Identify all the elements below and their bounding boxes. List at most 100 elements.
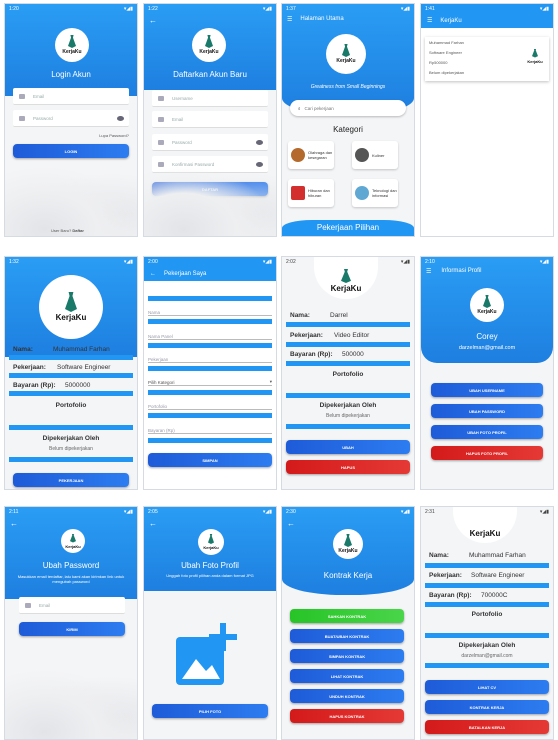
instruction-text: Masukkan email terdaftar, lalu kami akan… <box>17 574 125 584</box>
pay-label: Bayaran (Rp): <box>13 382 56 389</box>
category-hiburan[interactable]: Hiburan dan hiburan <box>288 179 334 207</box>
email-field[interactable]: Email <box>19 597 125 614</box>
password-field[interactable]: Password <box>13 110 129 127</box>
panel-name-field[interactable]: Nama Panel <box>148 329 272 340</box>
forgot-password-link[interactable]: Lupa Password? <box>99 133 129 138</box>
background-wave <box>144 166 276 236</box>
divider <box>148 319 272 324</box>
validate-contract-button[interactable]: SAHKAN KONTRAK <box>290 609 404 623</box>
divider <box>286 424 410 429</box>
app-logo: KerjaKu <box>453 507 517 543</box>
job-button[interactable]: PEKERJAAN <box>13 473 129 487</box>
change-password-button[interactable]: UBAH PASSWORD <box>431 404 543 418</box>
divider <box>9 425 133 430</box>
menu-icon[interactable]: ☰ <box>426 268 431 275</box>
work-contract-button[interactable]: KONTRAK KERJA <box>425 700 549 714</box>
download-contract-button[interactable]: UNDUH KONTRAK <box>290 689 404 703</box>
app-logo: KerjaKu <box>55 28 89 62</box>
divider <box>425 563 549 568</box>
employer-heading: Dipekerjakan Oleh <box>458 642 516 649</box>
save-contract-button[interactable]: SIMPAN KONTRAK <box>290 649 404 663</box>
screen-login: 1:20 ▾◢▮ KerjaKu Login Akun Email Passwor… <box>4 3 138 237</box>
job-card[interactable]: Muhammad Farhan Software Engineer Rp5000… <box>425 37 549 81</box>
delete-contract-button[interactable]: HAPUS KONTRAK <box>290 709 404 723</box>
eye-icon[interactable] <box>117 116 124 121</box>
save-button[interactable]: SIMPAN <box>148 453 272 467</box>
pekerjaan-pilihan-header[interactable]: Pekerjaan Pilihan <box>282 220 414 236</box>
divider <box>148 366 272 371</box>
view-contract-button[interactable]: LIHAT KONTRAK <box>290 669 404 683</box>
status-bar: 1:32 ▾◢▮ <box>9 259 133 265</box>
divider <box>286 361 410 366</box>
create-contract-button[interactable]: BUAT/UBAH KONTRAK <box>290 629 404 643</box>
eye-icon[interactable] <box>256 140 263 145</box>
mail-icon <box>19 94 25 99</box>
back-arrow-icon[interactable]: ← <box>149 519 157 528</box>
register-prompt: User Baru? Daftar <box>51 228 84 233</box>
choose-photo-button[interactable]: PILIH FOTO <box>152 704 268 718</box>
job-field[interactable]: Pekerjaan <box>148 352 272 363</box>
menu-icon[interactable]: ☰ <box>427 17 432 24</box>
change-photo-button[interactable]: UBAH FOTO PROFIL <box>431 425 543 439</box>
register-link[interactable]: Daftar <box>72 228 84 233</box>
password-field[interactable]: Password <box>152 134 268 151</box>
cancel-work-button[interactable]: BATALKAN KERJA <box>425 720 549 734</box>
job-value: Software Engineer <box>57 364 111 371</box>
divider <box>148 413 272 418</box>
category-select[interactable]: Pilih Kategori ▾ <box>148 375 272 386</box>
status-bar: 2:10 ▾◢▮ <box>425 259 549 265</box>
name-label: Nama: <box>13 346 33 353</box>
header-title: Pekerjaan Saya <box>164 270 207 277</box>
delete-photo-button[interactable]: HAPUS FOTO PROFIL <box>431 446 543 460</box>
name-field[interactable]: Nama <box>148 305 272 316</box>
category-olahraga[interactable]: Olahraga dan kesegaran <box>288 141 334 169</box>
username-field[interactable]: Username <box>152 90 268 107</box>
divider <box>425 602 549 607</box>
screen-change-password: 2:11 ▾◢▮ ← KerjaKu Ubah Password Masukkan… <box>4 506 138 740</box>
header-title: Informasi Profil <box>441 268 482 274</box>
email-field[interactable]: Email <box>152 111 268 128</box>
delete-button[interactable]: HAPUS <box>286 460 410 474</box>
edit-button[interactable]: UBAH <box>286 440 410 454</box>
divider <box>286 322 410 327</box>
email-field[interactable]: Email <box>13 88 129 105</box>
send-button[interactable]: KIRIM <box>19 622 125 636</box>
app-bar: ← Pekerjaan Saya <box>144 266 276 281</box>
pay-value: 5000000 <box>65 382 91 389</box>
portfolio-field[interactable]: Portofolio <box>148 399 272 410</box>
login-button[interactable]: LOGIN <box>13 144 129 158</box>
back-arrow-icon[interactable]: ← <box>10 519 18 528</box>
add-photo-icon[interactable] <box>174 623 240 689</box>
mail-icon <box>25 603 31 608</box>
name-label: Nama: <box>290 312 310 319</box>
change-username-button[interactable]: UBAH USERNAME <box>431 383 543 397</box>
pay-value: 500000 <box>342 351 364 358</box>
status-bar: 2:11 ▾◢▮ <box>9 509 133 515</box>
back-arrow-icon[interactable]: ← <box>150 271 156 277</box>
name-label: Nama: <box>429 552 449 559</box>
status-bar: 1:37 ▾◢▮ <box>286 6 410 12</box>
app-bar: ☰ Informasi Profil <box>426 268 481 275</box>
back-arrow-icon[interactable]: ← <box>149 16 157 25</box>
video-icon <box>291 186 305 200</box>
portfolio-heading: Portofolio <box>332 371 364 378</box>
category-kuliner[interactable]: Kuliner <box>352 141 398 169</box>
app-bar: ☰ KerjaKu <box>421 13 553 28</box>
back-arrow-icon[interactable]: ← <box>287 519 295 528</box>
job-status: Belum dipekerjakan <box>429 70 465 75</box>
page-title: Kontrak Kerja <box>323 571 373 580</box>
job-label: Pekerjaan: <box>290 332 323 339</box>
screen-home: 1:37 ▾◢▮ ☰ Halaman Utama KerjaKu Greatness… <box>281 3 415 237</box>
view-cv-button[interactable]: LIHAT CV <box>425 680 549 694</box>
pay-field[interactable]: Bayaran (Rp) <box>148 423 272 434</box>
employer-status: Belum dipekerjakan <box>326 413 370 419</box>
app-logo: KerjaKu <box>314 257 378 299</box>
category-teknologi[interactable]: Teknologi dan informasi <box>352 179 398 207</box>
screen-job-detail-edit: 2:02 ▾◢▮ KerjaKu Nama: Darrel Pekerjaan: … <box>281 256 415 490</box>
divider <box>286 393 410 398</box>
search-input[interactable]: ⌕ Cari pekerjaan <box>290 100 406 116</box>
menu-icon[interactable]: ☰ <box>287 16 292 23</box>
screen-profile: 2:10 ▾◢▮ ☰ Informasi Profil KerjaKu Corey … <box>420 256 554 490</box>
name-value: Muhammad Farhan <box>469 552 526 559</box>
lock-icon <box>19 116 25 121</box>
